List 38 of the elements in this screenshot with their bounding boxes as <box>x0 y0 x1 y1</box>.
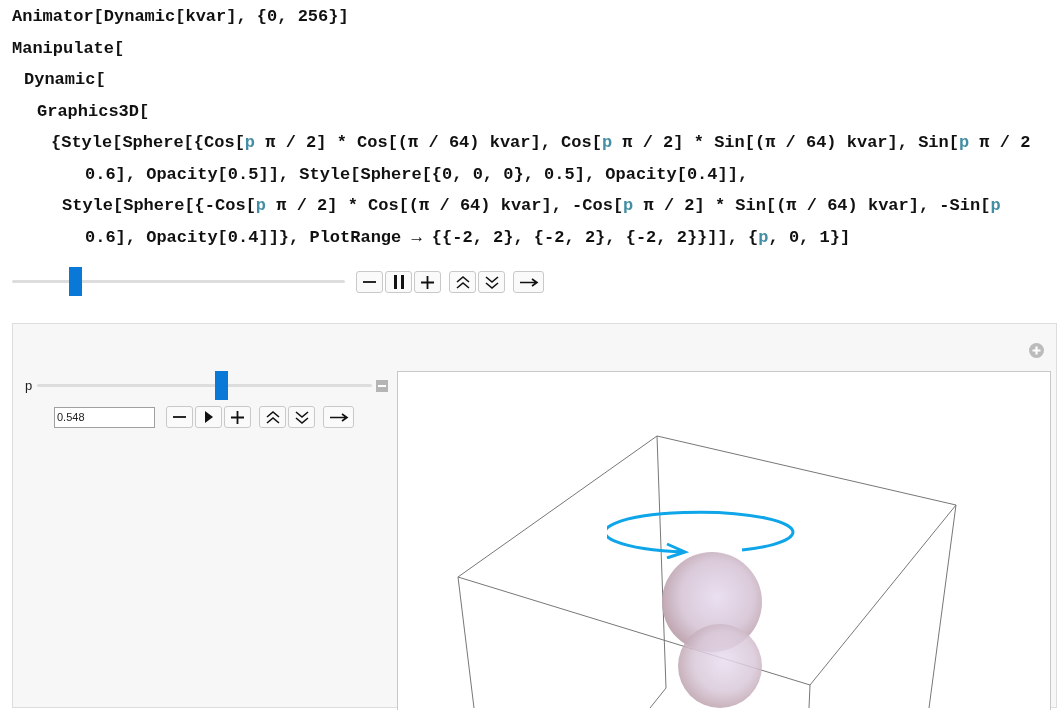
animation-button[interactable] <box>323 406 354 428</box>
right-arrow-icon <box>329 412 348 422</box>
minus-icon <box>363 281 376 283</box>
code-line: {Style[Sphere[{Cos[p π / 2] * Cos[(π / 64) kvar], Cos[p π / 2] * Sin[(π / 64) kvar], Sin[p π / 2 <box>51 132 1031 154</box>
pause-icon <box>393 275 404 289</box>
animation-button[interactable] <box>513 271 544 293</box>
code-line: Graphics3D[ <box>37 100 150 123</box>
slider[interactable] <box>37 371 372 401</box>
animation-button[interactable] <box>478 271 505 293</box>
code-line: Manipulate[ <box>12 37 125 60</box>
plus-icon <box>421 275 434 289</box>
plus-icon <box>231 410 244 424</box>
code-line: Style[Sphere[{-Cos[p π / 2] * Cos[(π / 64) kvar], -Cos[p π / 2] * Sin[(π / 64) kvar], -Sin[p <box>62 195 1001 217</box>
animation-button[interactable] <box>414 271 441 293</box>
play-icon <box>204 411 213 423</box>
code-line: 0.6], Opacity[0.4]]}, PlotRange → {{-2, 2}, {-2, 2}, {-2, 2}}]], {p, 0, 1}] <box>85 226 851 249</box>
minus-icon <box>173 416 186 418</box>
animation-button[interactable] <box>385 271 412 293</box>
control-label: p <box>25 377 34 396</box>
code-line: 0.6], Opacity[0.5]], Style[Sphere[{0, 0, 0}, 0.5], Opacity[0.4]], <box>85 163 749 186</box>
slider-thumb[interactable] <box>214 371 228 400</box>
animation-button[interactable] <box>195 406 222 428</box>
code-line: Dynamic[ <box>24 69 106 91</box>
double-chevron-down-icon <box>484 275 499 289</box>
animation-button[interactable] <box>449 271 476 293</box>
slider[interactable] <box>12 267 345 297</box>
animation-button[interactable] <box>288 406 315 428</box>
slider-thumb[interactable] <box>69 267 83 296</box>
double-chevron-down-icon <box>294 410 309 424</box>
double-chevron-up-icon <box>265 410 280 424</box>
animation-button[interactable] <box>356 271 383 293</box>
animation-button[interactable] <box>259 406 286 428</box>
value-field[interactable]: 0.548 <box>54 406 155 428</box>
right-arrow-icon <box>519 277 538 287</box>
double-chevron-up-icon <box>455 275 470 289</box>
code-line: Animator[Dynamic[kvar], {0, 256}] <box>12 6 349 28</box>
animation-button[interactable] <box>224 406 251 428</box>
animation-button[interactable] <box>166 406 193 428</box>
